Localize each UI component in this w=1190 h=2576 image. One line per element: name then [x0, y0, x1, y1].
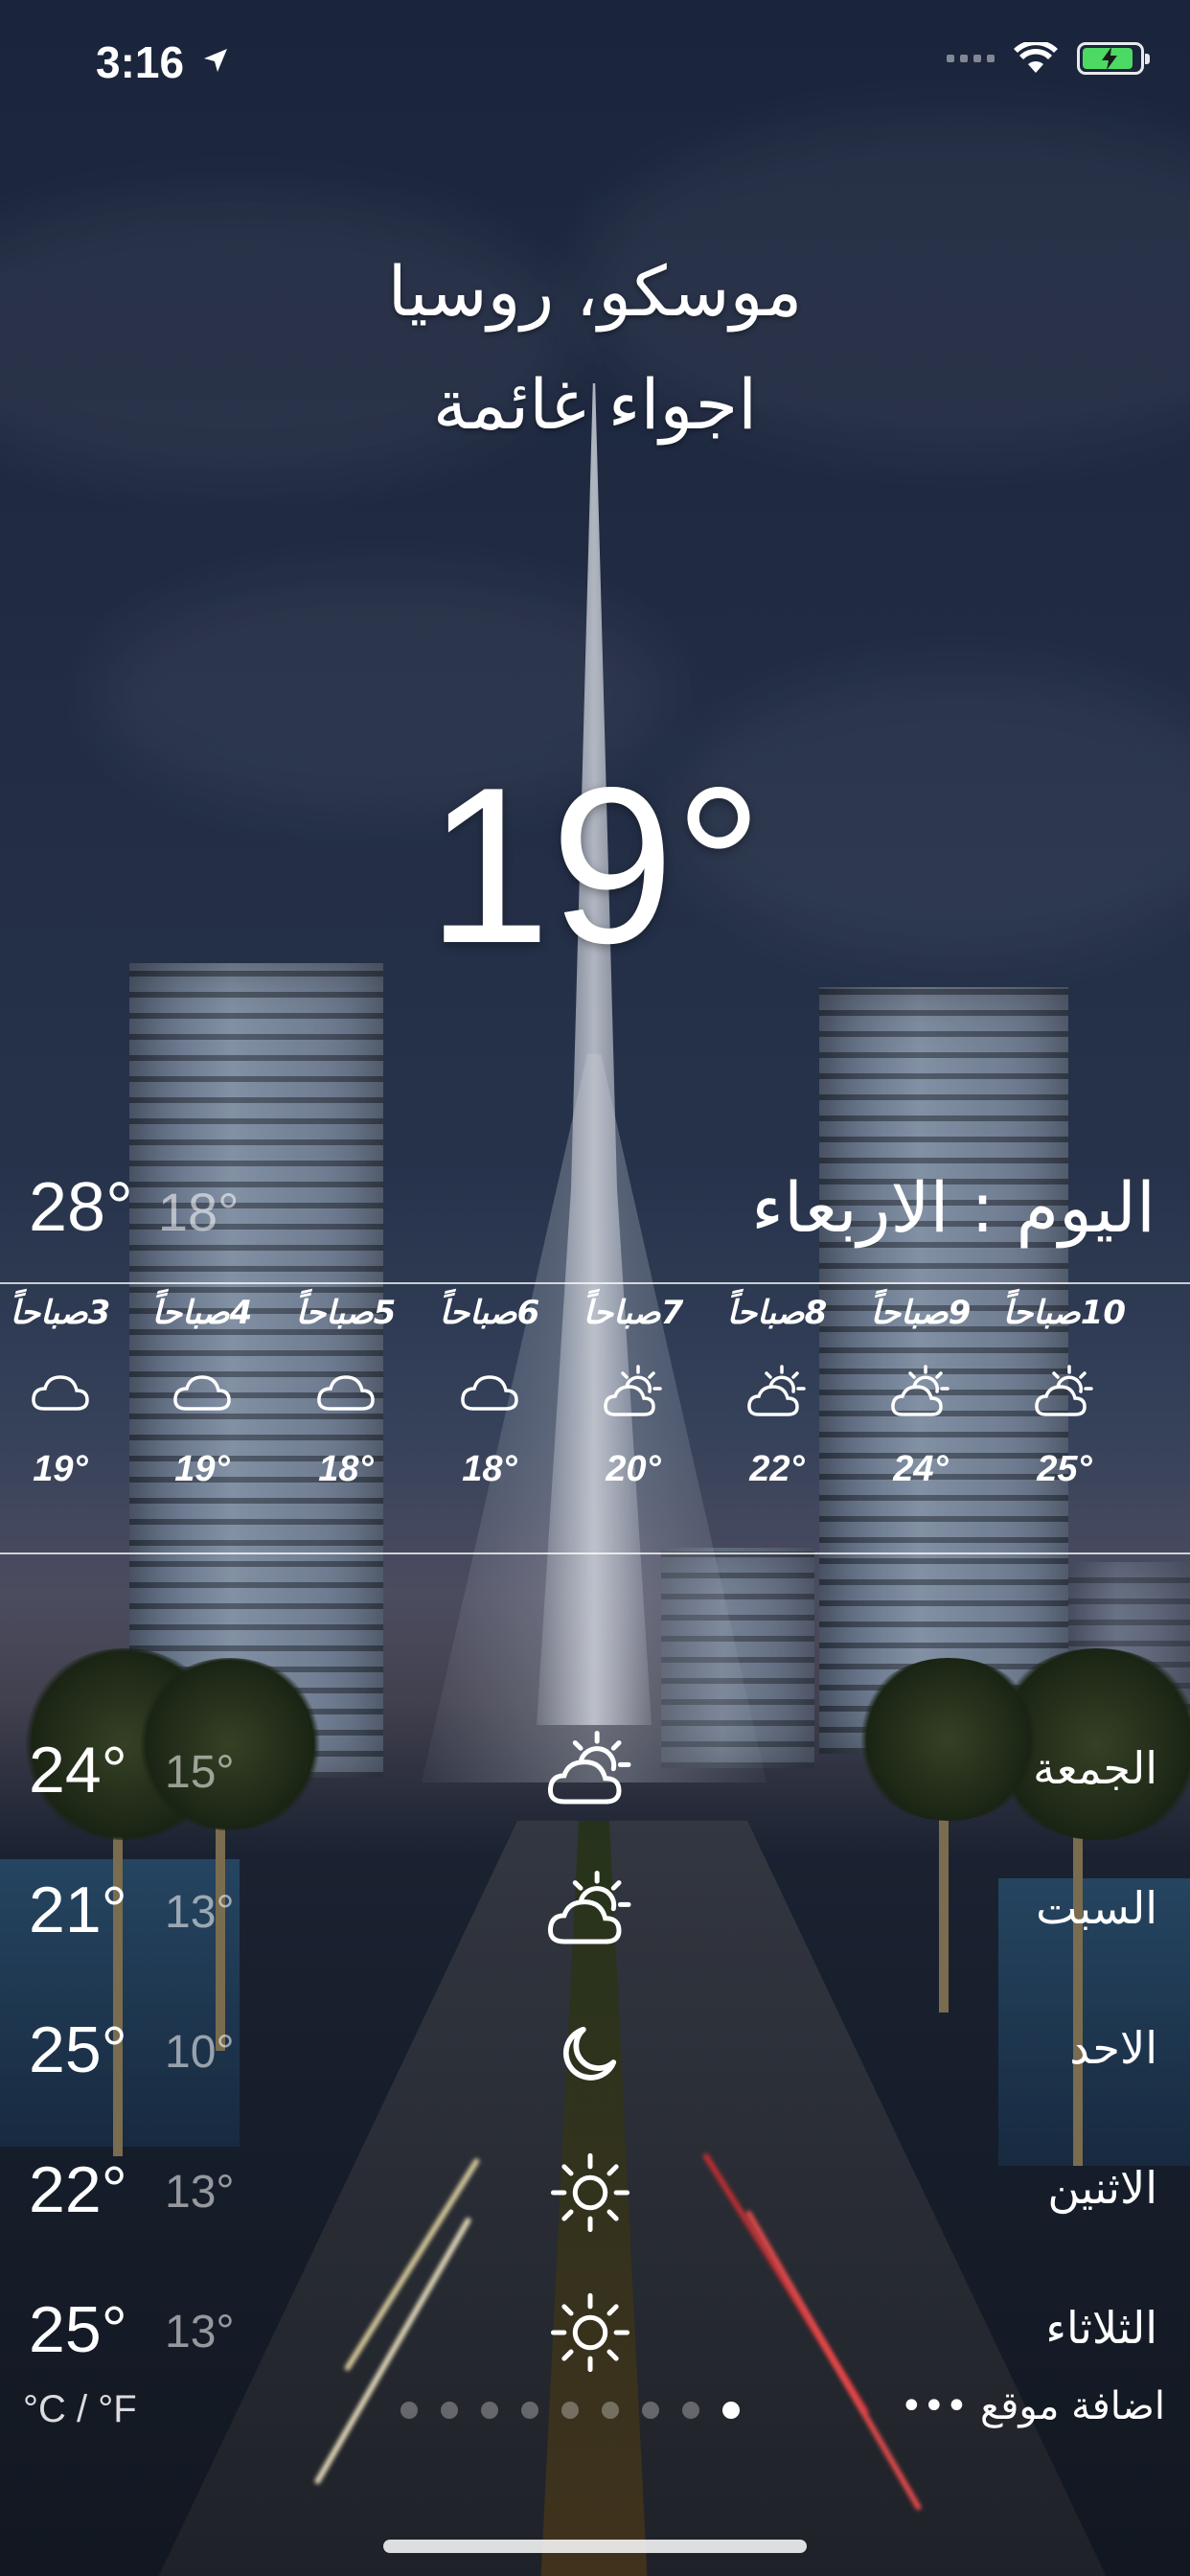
page-dot[interactable]: [642, 2402, 659, 2419]
day-high: 21°: [29, 1874, 127, 1946]
hourly-item: 6صباحاً 18°: [418, 1284, 561, 1490]
units-toggle[interactable]: °C / °F: [23, 2388, 137, 2431]
daily-row: 25° 10° الاحد: [0, 1995, 1190, 2110]
day-name: الثلاثاء: [1045, 2302, 1157, 2354]
page-dot[interactable]: [682, 2402, 699, 2419]
add-location-button[interactable]: اضافة موقع •••: [900, 2384, 1165, 2428]
hour-label: 9صباحاً: [870, 1294, 972, 1332]
day-low: 13°: [165, 2307, 235, 2358]
daily-row: 22° 13° الاثنين: [0, 2135, 1190, 2250]
moon-icon: [562, 2026, 617, 2081]
day-low: 13°: [165, 2167, 235, 2218]
hour-label: 3صباحاً: [10, 1294, 111, 1332]
today-summary: 28° 18° اليوم : الاربعاء: [29, 1155, 1156, 1260]
sun-icon: [550, 2152, 630, 2233]
charging-bolt-icon: [1102, 47, 1117, 70]
weather-condition: اجواء غائمة: [432, 364, 758, 445]
day-name: الجمعة: [1033, 1742, 1157, 1794]
today-low: 18°: [157, 1182, 240, 1242]
page-dot-active[interactable]: [722, 2402, 740, 2419]
hour-temp: 19°: [33, 1449, 88, 1489]
day-low: 10°: [165, 2027, 235, 2078]
hour-label: 10صباحاً: [1002, 1294, 1127, 1332]
hourly-item: 5صباحاً 18°: [274, 1284, 418, 1490]
hour-label: 6صباحاً: [439, 1294, 540, 1332]
partly-cloudy-icon: [1035, 1365, 1093, 1416]
page-dot[interactable]: [400, 2402, 418, 2419]
partly-cloudy-icon: [747, 1365, 806, 1416]
hour-temp: 18°: [318, 1449, 374, 1489]
page-indicator[interactable]: [400, 2402, 740, 2419]
hour-temp: 20°: [606, 1449, 661, 1489]
home-indicator[interactable]: [383, 2540, 807, 2553]
hour-temp: 22°: [749, 1449, 805, 1489]
hour-temp: 25°: [1037, 1449, 1092, 1489]
partly-cloudy-icon: [547, 1731, 631, 1805]
cellular-signal-icon: [947, 55, 995, 62]
more-dots-icon: •••: [900, 2384, 980, 2428]
partly-cloudy-icon: [547, 1871, 631, 1944]
daily-row: 21° 13° السبت: [0, 1855, 1190, 1970]
day-name: الاثنين: [1047, 2162, 1157, 2214]
hour-temp: 19°: [174, 1449, 230, 1489]
add-location-label: اضافة موقع: [979, 2384, 1165, 2428]
hour-label: 5صباحاً: [295, 1294, 397, 1332]
daily-row: 25° 13° الثلاثاء: [0, 2275, 1190, 2390]
page-dot[interactable]: [481, 2402, 498, 2419]
status-time: 3:16: [96, 37, 185, 87]
sun-icon: [550, 2292, 630, 2373]
today-high: 28°: [29, 1169, 133, 1246]
hour-temp: 18°: [462, 1449, 517, 1489]
day-high: 25°: [29, 2013, 127, 2086]
hourly-item: 7صباحاً 20°: [561, 1284, 705, 1490]
page-dot[interactable]: [521, 2402, 538, 2419]
hourly-item: 3صباحاً 19°: [0, 1284, 132, 1490]
day-name: الاحد: [1069, 2022, 1157, 2074]
wifi-icon: [1014, 42, 1058, 73]
status-bar: 3:16: [0, 0, 1190, 125]
page-dot[interactable]: [441, 2402, 458, 2419]
partly-cloudy-icon: [891, 1365, 950, 1416]
cloud-icon: [32, 1375, 89, 1411]
current-temperature: 19°: [426, 742, 764, 990]
city-name: موسكو، روسيا: [387, 251, 803, 332]
cloud-icon: [317, 1375, 375, 1411]
daily-row: 24° 15° الجمعة: [0, 1715, 1190, 1830]
partly-cloudy-icon: [604, 1365, 662, 1416]
today-label: اليوم : الاربعاء: [751, 1167, 1156, 1248]
day-high: 25°: [29, 2293, 127, 2366]
hour-label: 7صباحاً: [583, 1294, 684, 1332]
page-dot[interactable]: [561, 2402, 579, 2419]
cloud-icon: [173, 1375, 231, 1411]
day-high: 24°: [29, 1734, 127, 1806]
hour-label: 4صباحاً: [151, 1294, 253, 1332]
day-name: السبت: [1036, 1882, 1157, 1934]
hourly-item: 8صباحاً 22°: [705, 1284, 849, 1490]
cloud-icon: [461, 1375, 518, 1411]
hour-temp: 24°: [893, 1449, 949, 1489]
hourly-item: 10صباحاً 25°: [993, 1284, 1136, 1490]
location-arrow-icon: [204, 49, 227, 72]
day-low: 13°: [165, 1887, 235, 1938]
page-dot[interactable]: [602, 2402, 619, 2419]
hourly-forecast[interactable]: 3صباحاً 19° 4صباحاً 19° 5صباحاً 18° 6صبا…: [0, 1284, 1190, 1552]
battery-icon: [1077, 42, 1150, 75]
bottom-bar: °C / °F اضافة موقع •••: [0, 2384, 1190, 2442]
hourly-bottom-divider: [0, 1552, 1190, 1554]
day-low: 15°: [165, 1747, 235, 1798]
day-high: 22°: [29, 2153, 127, 2226]
hour-label: 8صباحاً: [726, 1294, 828, 1332]
hourly-item: 4صباحاً 19°: [130, 1284, 274, 1490]
hourly-item: 9صباحاً 24°: [849, 1284, 993, 1490]
